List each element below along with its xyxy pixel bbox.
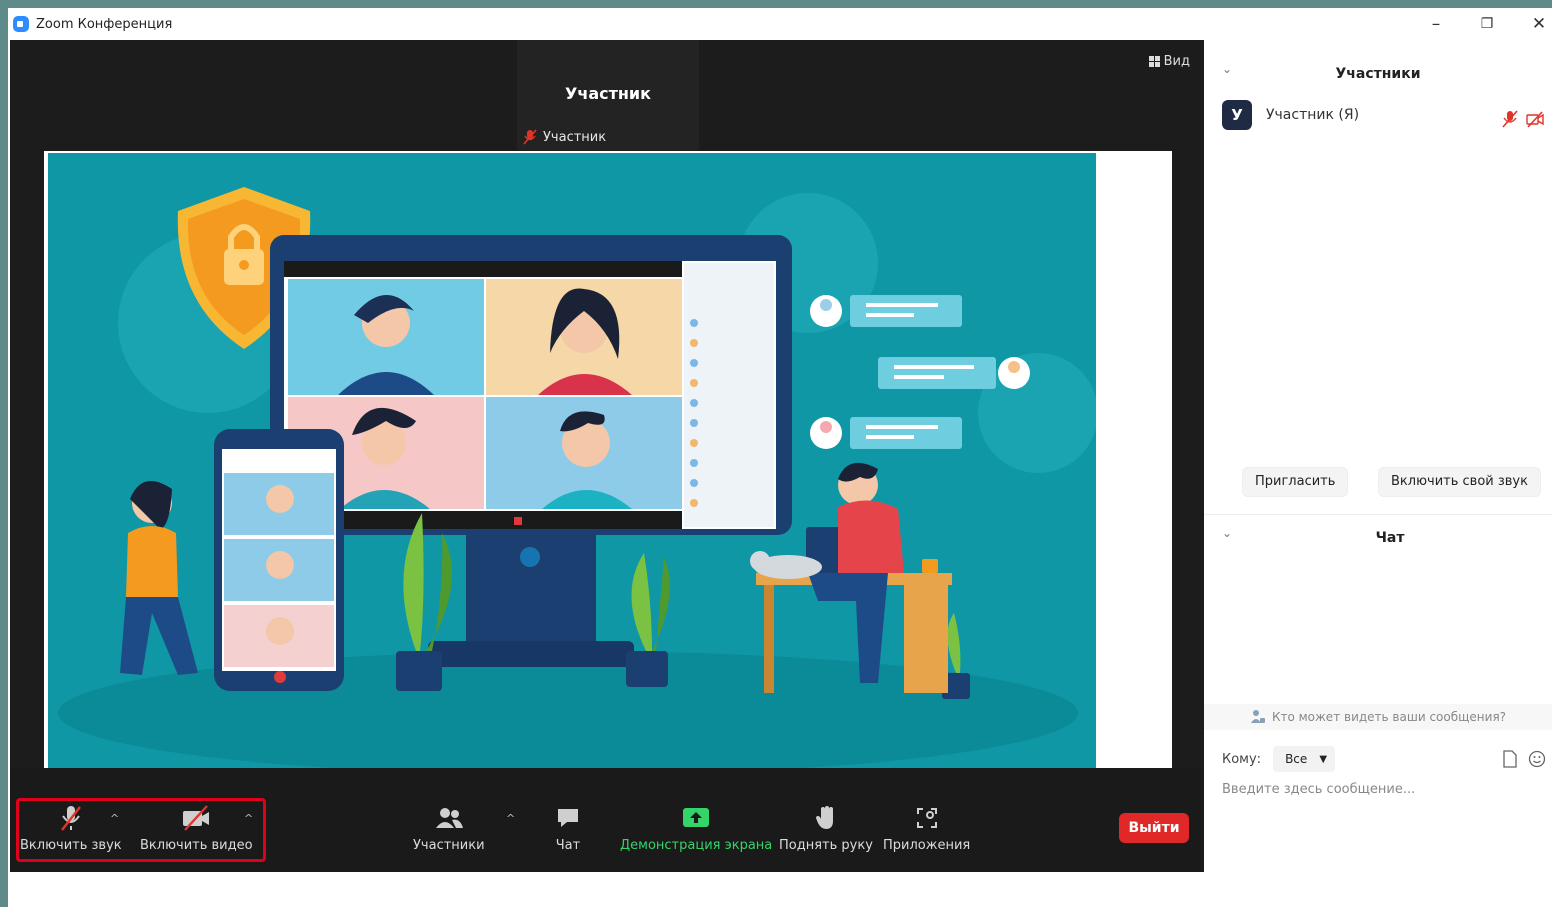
emoji-icon[interactable] xyxy=(1528,750,1546,768)
participant-status-icons xyxy=(1502,110,1544,128)
participant-row[interactable]: У Участник (Я) xyxy=(1222,100,1359,130)
participants-button[interactable]: Участники xyxy=(413,804,485,853)
window-title: Zoom Конференция xyxy=(36,16,173,32)
who-can-see-messages[interactable]: Кто может видеть ваши сообщения? xyxy=(1204,704,1552,730)
share-screen-button[interactable]: Демонстрация экрана xyxy=(620,804,772,853)
video-conference-illustration xyxy=(58,187,1096,775)
zoom-logo-icon xyxy=(13,16,29,32)
title-bar: Zoom Конференция – ❐ ✕ xyxy=(8,8,1552,40)
apps-icon xyxy=(912,804,942,832)
share-screen-icon xyxy=(681,804,711,832)
shared-illustration xyxy=(48,153,1096,801)
restore-button[interactable]: ❐ xyxy=(1475,14,1499,34)
chat-recipient-row: Кому: Все ▼ xyxy=(1222,746,1336,772)
recipient-select[interactable]: Все ▼ xyxy=(1273,746,1336,772)
chat-panel-title: Чат xyxy=(1375,530,1405,546)
unmute-self-button[interactable]: Включить свой звук xyxy=(1378,467,1541,497)
minimize-button[interactable]: – xyxy=(1424,14,1448,34)
highlight-box xyxy=(16,798,266,862)
close-button[interactable]: ✕ xyxy=(1527,14,1551,34)
active-speaker-name: Участник xyxy=(565,84,651,103)
grid-view-icon xyxy=(1148,56,1160,67)
raise-hand-button[interactable]: Поднять руку xyxy=(779,804,873,853)
view-button[interactable]: Вид xyxy=(1148,54,1190,69)
to-label: Кому: xyxy=(1222,751,1262,767)
avatar: У xyxy=(1222,100,1252,130)
raise-hand-icon xyxy=(811,804,841,832)
apps-button[interactable]: Приложения xyxy=(883,804,970,853)
participants-icon xyxy=(434,804,464,832)
chat-tools xyxy=(1502,750,1546,768)
chat-message-input[interactable]: Введите здесь сообщение... xyxy=(1222,782,1415,797)
chat-button[interactable]: Чат xyxy=(553,804,583,853)
participants-options-caret-icon[interactable]: ^ xyxy=(506,812,515,825)
participants-panel-title: Участники xyxy=(1335,66,1421,82)
participant-video-off-icon xyxy=(1526,111,1544,128)
active-speaker-label: Участник xyxy=(523,129,606,145)
chat-icon xyxy=(553,804,583,832)
chevron-down-icon: ▼ xyxy=(1319,753,1328,765)
invite-button[interactable]: Пригласить xyxy=(1242,467,1349,497)
meeting-stage: Участник Участник Вид xyxy=(10,40,1204,864)
panel-divider xyxy=(1204,514,1552,515)
active-speaker-tile[interactable]: Участник Участник xyxy=(517,40,699,150)
participant-name: Участник (Я) xyxy=(1266,107,1360,123)
file-icon[interactable] xyxy=(1502,750,1518,768)
zoom-window: Zoom Конференция – ❐ ✕ Участник Участник… xyxy=(8,8,1552,907)
side-panel: ⌄ Участники У Участник (Я) Пригласить Вк… xyxy=(1204,40,1552,907)
leave-button[interactable]: Выйти xyxy=(1119,813,1189,843)
participant-mic-muted-icon xyxy=(1502,110,1518,128)
mic-muted-icon xyxy=(523,129,537,145)
person-lock-icon xyxy=(1250,710,1265,723)
shared-screen[interactable] xyxy=(44,151,1172,801)
